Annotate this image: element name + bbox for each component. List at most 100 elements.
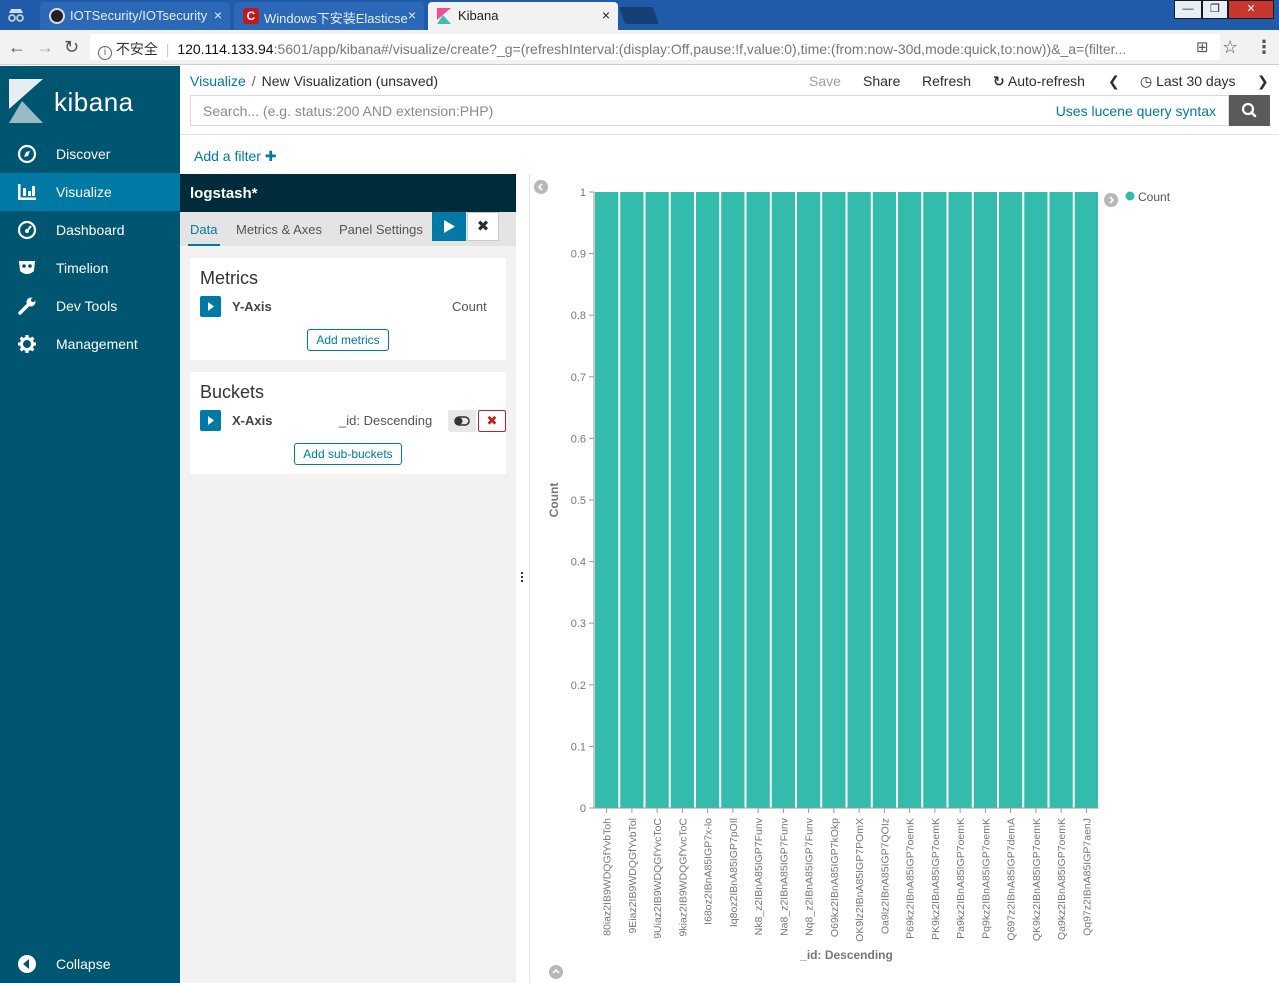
sidebar-item-timelion[interactable]: Timelion	[0, 249, 180, 287]
y-axis-label: Y-Axis	[232, 299, 272, 314]
sidebar-item-label: Dev Tools	[56, 298, 118, 314]
time-next-button[interactable]: ❯	[1257, 73, 1269, 90]
x-tick-label: 9Eiaz2IB9WDQGfYvbTol	[627, 818, 639, 934]
auto-refresh-button[interactable]: ↻ Auto-refresh	[993, 73, 1085, 90]
bar	[771, 192, 795, 808]
menu-dots-icon[interactable]: ⋮	[1255, 37, 1273, 58]
maximize-button[interactable]: ❐	[1202, 0, 1228, 19]
add-sub-buckets-button[interactable]: Add sub-buckets	[294, 443, 402, 465]
x-tick-label: Na8_z2IBnA85IGP7Funv	[778, 817, 790, 936]
time-picker-button[interactable]: ◷ Last 30 days	[1140, 73, 1236, 90]
bar	[1074, 192, 1098, 808]
bar	[1049, 192, 1073, 808]
bar	[696, 192, 720, 808]
dashboard-gauge-icon	[17, 220, 37, 240]
buckets-title: Buckets	[200, 382, 265, 402]
x-tick-label: P69kz2IBnA85IGP7oemK	[905, 818, 917, 939]
kibana-tab-icon	[437, 8, 453, 24]
collapse-editor-button[interactable]	[534, 180, 548, 194]
search-button[interactable]	[1229, 95, 1270, 126]
discard-changes-button[interactable]: ✖	[467, 212, 499, 241]
tab-title: IOTSecurity/IOTsecurity	[70, 8, 208, 23]
bar	[746, 192, 770, 808]
close-tab-icon[interactable]: ×	[602, 7, 610, 23]
sidebar-item-label: Visualize	[56, 184, 112, 200]
y-tick-label: 0.4	[571, 557, 586, 569]
bar	[620, 192, 644, 808]
reload-icon[interactable]: ↻	[64, 37, 79, 58]
collapse-label: Collapse	[56, 956, 111, 972]
sidebar-item-dev-tools[interactable]: Dev Tools	[0, 287, 180, 325]
panel-resizer[interactable]	[516, 174, 530, 983]
time-prev-button[interactable]: ❮	[1108, 73, 1120, 90]
close-tab-icon[interactable]: ×	[214, 7, 222, 23]
lucene-syntax-link[interactable]: Uses lucene query syntax	[1056, 103, 1216, 119]
sidebar-item-management[interactable]: Management	[0, 325, 180, 363]
refresh-cycle-icon: ↻	[993, 73, 1005, 89]
x-tick-label: Pq9kz2IBnA85IGP7oemK	[980, 818, 992, 939]
forward-icon[interactable]: →	[36, 37, 54, 58]
add-metrics-button[interactable]: Add metrics	[307, 329, 389, 351]
toggle-aggregation-button[interactable]	[448, 410, 476, 432]
x-axis-expand-toggle[interactable]	[200, 410, 221, 431]
close-window-button[interactable]: ✕	[1228, 0, 1274, 19]
filter-bar: Add a filter ✚	[180, 134, 1279, 174]
search-icon	[1241, 102, 1257, 118]
x-axis-label: X-Axis	[232, 413, 273, 428]
x-tick-label: Q697z2IBnA85IGP7demA	[1006, 818, 1018, 941]
x-tick-label: Pa9kz2IBnA85IGP7oemK	[955, 818, 967, 939]
sidebar-item-dashboard[interactable]: Dashboard	[0, 211, 180, 249]
y-tick-label: 0.8	[571, 310, 586, 322]
url-host: 120.114.133.94	[177, 41, 274, 57]
sidebar-item-visualize[interactable]: Visualize	[0, 173, 180, 211]
x-tick-label: I68oz2IBnA85IGP7x-lo	[703, 818, 715, 925]
save-button[interactable]: Save	[809, 73, 841, 89]
chevron-right-icon: ❯	[1257, 73, 1269, 89]
toggle-legend-button[interactable]	[1104, 193, 1118, 207]
browser-tab-kibana[interactable]: Kibana ×	[428, 2, 618, 30]
share-button[interactable]: Share	[863, 73, 900, 89]
wrench-icon	[18, 297, 36, 315]
breadcrumb-current: New Visualization (unsaved)	[261, 73, 439, 89]
translate-icon[interactable]: ⊞	[1196, 38, 1209, 56]
kibana-logo-icon	[9, 79, 43, 123]
kibana-logo-text: kibana	[54, 87, 134, 117]
y-axis-row: Y-Axis Count	[200, 296, 496, 318]
browser-address-bar: ← → ↻ i 不安全 | 120.114.133.94:5601/app/ki…	[0, 30, 1279, 65]
chevron-left-icon	[537, 183, 543, 191]
x-axis-row: X-Axis _id: Descending ✖	[200, 410, 506, 432]
y-axis-expand-toggle[interactable]	[200, 296, 221, 317]
toggle-spy-panel-button[interactable]	[549, 965, 563, 979]
bar	[999, 192, 1023, 808]
tab-title: Windows下安装Elasticse	[264, 11, 408, 26]
remove-aggregation-button[interactable]: ✖	[478, 410, 506, 432]
sidebar-collapse-button[interactable]: Collapse	[0, 945, 180, 983]
minimize-button[interactable]: —	[1174, 0, 1202, 19]
close-tab-icon[interactable]: ×	[408, 7, 416, 23]
tab-data[interactable]: Data	[190, 222, 217, 237]
bar	[822, 192, 846, 808]
y-tick-label: 0.7	[571, 372, 586, 384]
refresh-button[interactable]: Refresh	[922, 73, 971, 89]
tab-panel-settings[interactable]: Panel Settings	[339, 222, 423, 237]
tab-metrics-axes[interactable]: Metrics & Axes	[236, 222, 322, 237]
x-tick-label: QK9kz2IBnA85IGP7oemK	[1031, 818, 1043, 941]
info-icon[interactable]: i	[98, 46, 112, 60]
add-filter-button[interactable]: Add a filter ✚	[194, 148, 277, 165]
bookmark-star-icon[interactable]: ☆	[1222, 37, 1238, 58]
kibana-logo[interactable]: kibana	[9, 79, 179, 123]
breadcrumb-visualize-link[interactable]: Visualize	[190, 73, 246, 89]
bar	[948, 192, 972, 808]
apply-changes-button[interactable]	[432, 212, 466, 241]
back-icon[interactable]: ←	[8, 37, 26, 58]
url-field[interactable]: i 不安全 | 120.114.133.94:5601/app/kibana#/…	[90, 34, 1220, 60]
x-tick-label: 80iaz2IB9WDQGfYvbToh	[602, 818, 614, 936]
browser-tab-csdn[interactable]: C Windows下安装Elasticse ×	[234, 2, 424, 30]
kibana-sidebar: kibana Discover Visualize Dashboard Time…	[0, 66, 180, 983]
bar	[973, 192, 997, 808]
sidebar-item-discover[interactable]: Discover	[0, 135, 180, 173]
active-tab-indicator	[188, 244, 220, 246]
new-tab-button[interactable]	[618, 7, 660, 24]
bar	[721, 192, 745, 808]
browser-tab-github[interactable]: IOTSecurity/IOTsecurity ×	[40, 2, 230, 30]
